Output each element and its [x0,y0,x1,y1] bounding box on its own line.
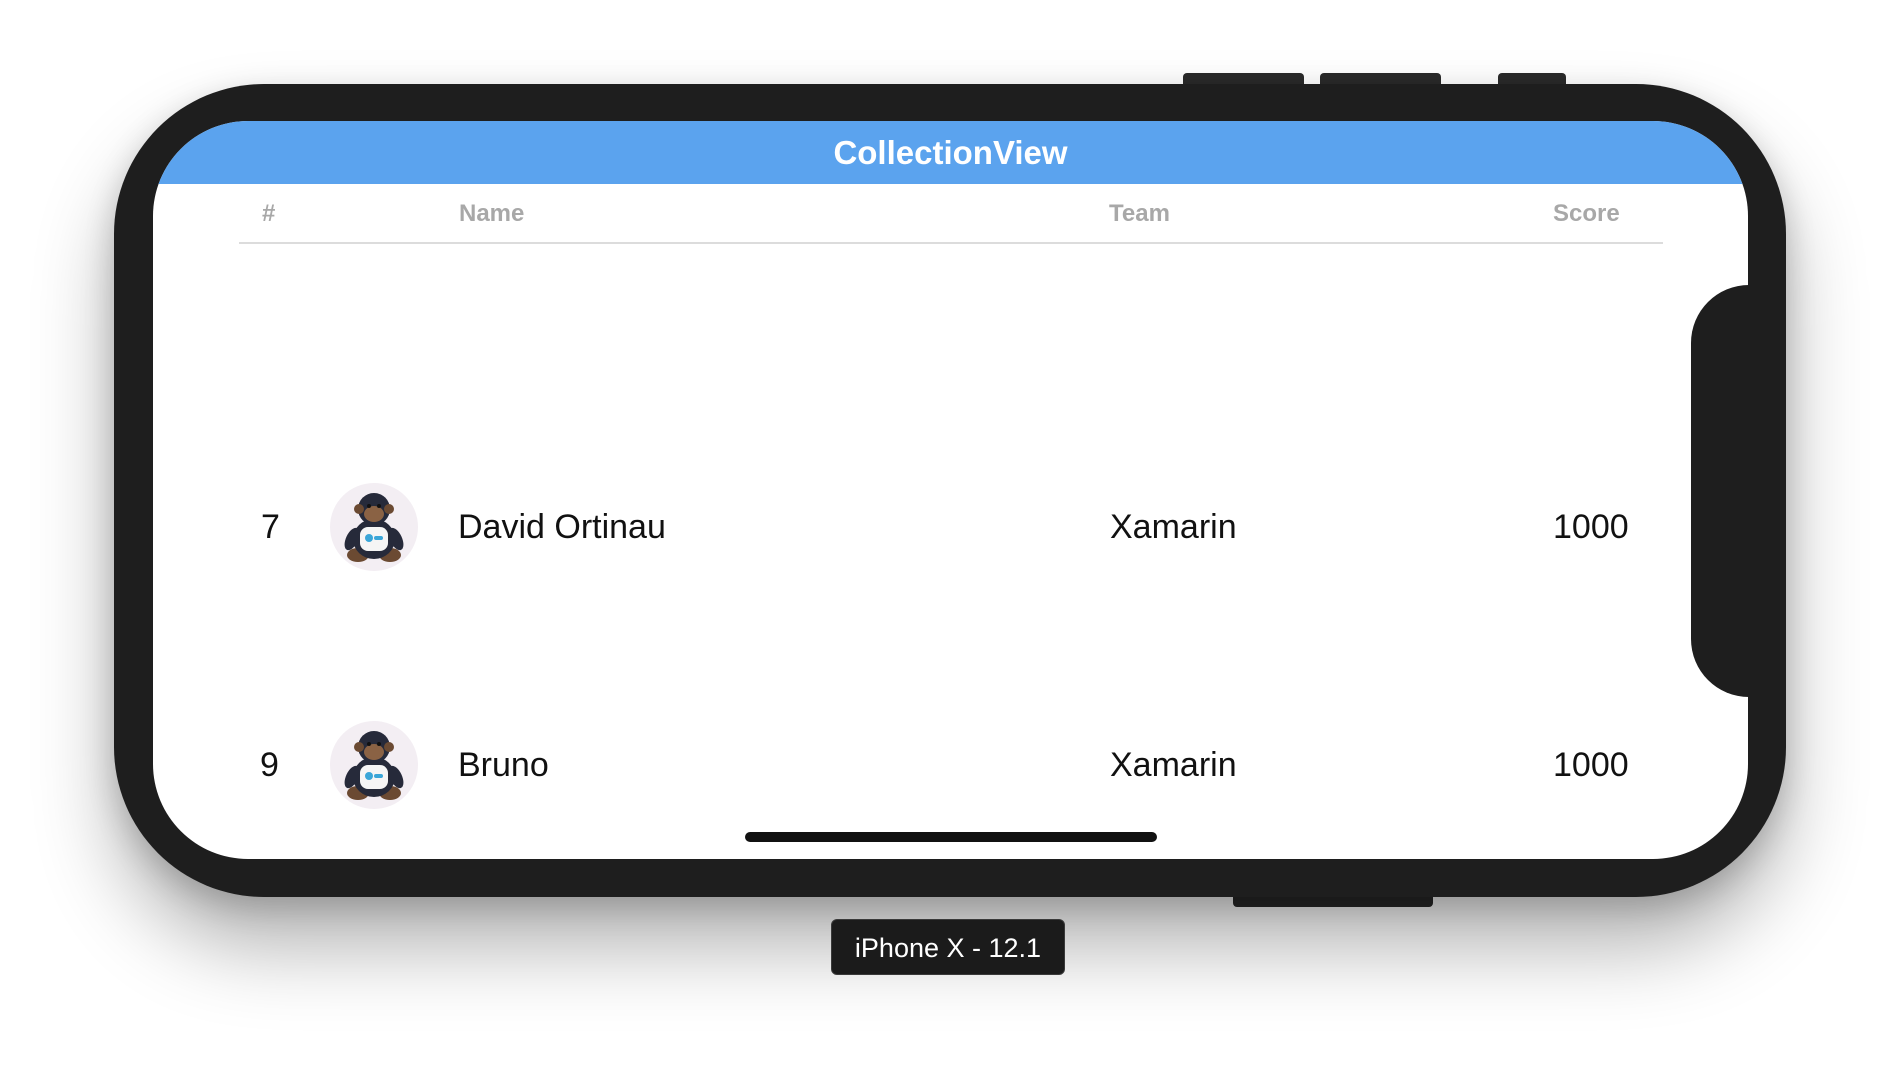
table-row[interactable]: 9 Bruno Xamarin 1000 [153,715,1748,815]
sensor-notch [1691,285,1771,697]
team-cell: Xamarin [1110,508,1237,546]
column-header-name: Name [459,200,525,227]
header-divider [239,242,1663,244]
rank-cell: 7 [261,508,280,546]
simulator-stage: CollectionView # Name Team Score 7 David… [0,0,1900,1076]
name-cell: David Ortinau [458,508,666,546]
team-cell: Xamarin [1110,746,1237,784]
home-indicator[interactable] [745,832,1157,842]
column-header-rank: # [262,200,276,227]
column-header-score: Score [1553,200,1620,227]
score-cell: 1000 [1553,508,1629,546]
monkey-avatar-icon [330,483,418,571]
monkey-avatar-icon [330,721,418,809]
name-cell: Bruno [458,746,549,784]
table-row[interactable]: 7 David Ortinau Xamarin 1000 [153,477,1748,577]
column-header-team: Team [1109,200,1170,227]
device-screen: CollectionView # Name Team Score 7 David… [153,121,1748,859]
device-label: iPhone X - 12.1 [831,919,1065,975]
rank-cell: 9 [260,746,279,784]
score-cell: 1000 [1553,746,1629,784]
navigation-bar: CollectionView [153,121,1748,184]
page-title: CollectionView [833,134,1068,171]
